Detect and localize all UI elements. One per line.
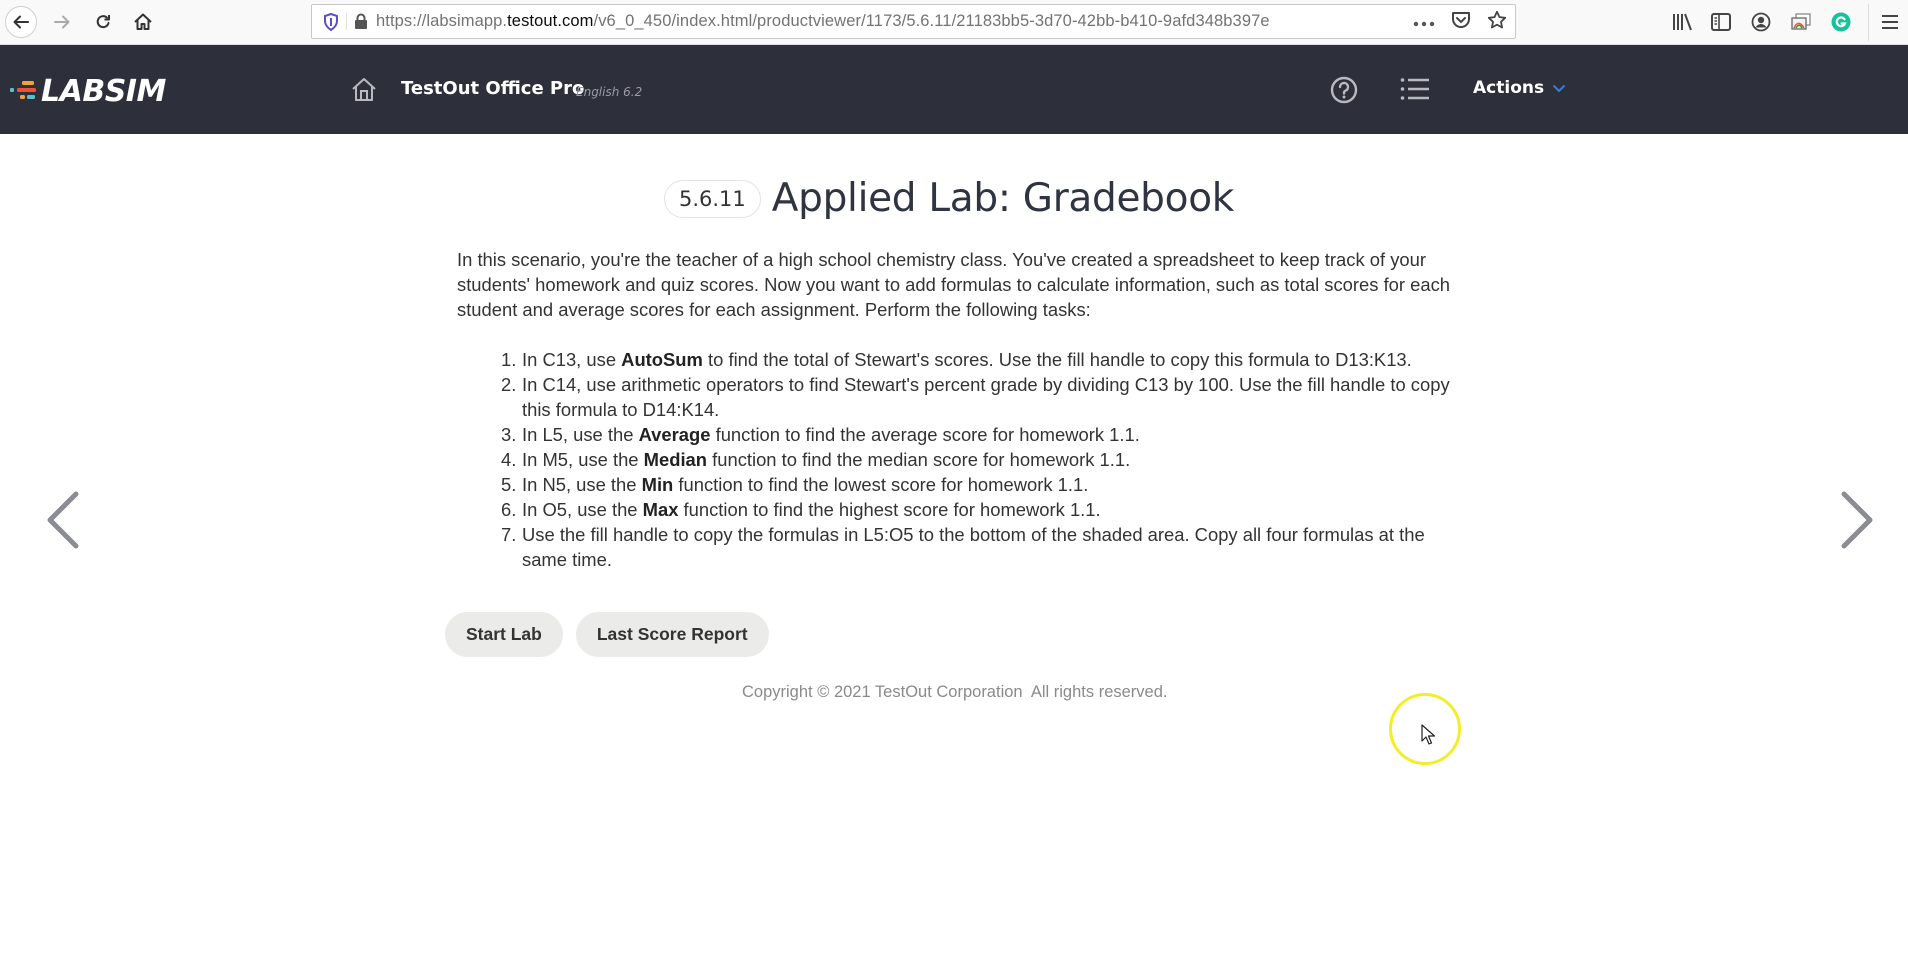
task-text: function to find the highest score for h… [678, 499, 1101, 520]
help-button[interactable] [1330, 76, 1358, 104]
page-actions-icon[interactable] [1413, 12, 1435, 31]
task-text: function to find the average score for h… [710, 424, 1140, 445]
screenshot-icon[interactable] [1787, 8, 1815, 36]
list-icon [1400, 78, 1429, 100]
help-icon [1330, 76, 1358, 104]
lock-icon[interactable] [346, 13, 368, 30]
task-number: 5. [501, 474, 517, 495]
logo-mark-icon [10, 81, 36, 99]
task-item: 6. In O5, use the Max function to find th… [501, 497, 1457, 522]
home-button[interactable] [350, 76, 378, 104]
product-title: TestOut Office Pro [401, 78, 585, 99]
copyright-text: Copyright © 2021 TestOut Corporation All… [742, 683, 1168, 701]
pocket-icon[interactable] [1451, 11, 1471, 33]
task-item: 1. In C13, use AutoSum to find the total … [501, 347, 1457, 372]
task-keyword: Min [641, 474, 674, 495]
mouse-cursor-icon [1421, 724, 1436, 745]
home-icon [352, 78, 376, 101]
intro-paragraph: In this scenario, you're the teacher of … [457, 249, 1451, 320]
table-of-contents-button[interactable] [1400, 77, 1430, 103]
url-domain: testout.com [507, 12, 594, 30]
page-title: Applied Lab: Gradebook [771, 176, 1235, 221]
bookmark-star-icon[interactable] [1487, 10, 1507, 34]
forward-icon [54, 15, 70, 29]
url-bar[interactable]: https://labsimapp.testout.com/v6_0_450/i… [311, 4, 1516, 39]
back-button[interactable] [5, 6, 37, 38]
next-section-button[interactable] [1830, 488, 1880, 552]
sidebar-icon[interactable] [1707, 8, 1735, 36]
account-icon[interactable] [1747, 8, 1775, 36]
start-lab-button[interactable]: Start Lab [445, 612, 563, 657]
task-number: 7. [501, 524, 517, 545]
task-text: function to find the lowest score for ho… [673, 474, 1089, 495]
lab-description: In this scenario, you're the teacher of … [457, 247, 1457, 572]
task-text: In O5, use the [522, 499, 643, 520]
tracking-shield-icon[interactable] [316, 12, 346, 31]
chevron-down-icon [1552, 84, 1566, 92]
task-number: 4. [501, 449, 517, 470]
app-header: LABSIM TestOut Office Pro English 6.2 Ac… [0, 45, 1908, 134]
section-number-badge: 5.6.11 [663, 179, 761, 218]
task-text: In N5, use the [522, 474, 642, 495]
logo-text: LABSIM [41, 73, 166, 109]
title-row: 5.6.11 Applied Lab: Gradebook [0, 176, 1908, 221]
task-text: In L5, use the [522, 424, 639, 445]
lab-buttons: Start Lab Last Score Report [445, 612, 769, 657]
labsim-logo[interactable]: LABSIM [10, 71, 166, 111]
forward-button[interactable] [46, 6, 78, 38]
task-item: 4. In M5, use the Median function to find… [501, 447, 1457, 472]
library-icon[interactable] [1668, 8, 1696, 36]
browser-home-button[interactable] [127, 6, 159, 38]
task-item: 2. In C14, use arithmetic operators to fi… [501, 372, 1457, 422]
task-keyword: Max [642, 499, 679, 520]
task-number: 6. [501, 499, 517, 520]
task-list: 1. In C13, use AutoSum to find the total … [457, 347, 1457, 572]
grammarly-icon[interactable] [1827, 8, 1855, 36]
task-number: 2. [501, 374, 517, 395]
reload-button[interactable] [87, 6, 119, 38]
chevron-right-icon [1841, 491, 1873, 549]
home-icon [134, 13, 152, 30]
last-score-report-button[interactable]: Last Score Report [575, 612, 769, 657]
previous-section-button[interactable] [40, 488, 90, 552]
chevron-left-icon [47, 491, 79, 549]
task-number: 1. [501, 349, 517, 370]
reload-icon [96, 15, 110, 29]
task-text: to find the total of Stewart's scores. U… [702, 349, 1412, 370]
browser-toolbar: https://labsimapp.testout.com/v6_0_450/i… [0, 0, 1908, 45]
back-icon [13, 15, 29, 29]
task-item: 3. In L5, use the Average function to fin… [501, 422, 1457, 447]
task-keyword: AutoSum [621, 349, 703, 370]
task-text: In C14, use arithmetic operators to find… [522, 374, 1450, 420]
actions-dropdown[interactable]: Actions [1473, 78, 1566, 98]
task-keyword: Average [638, 424, 711, 445]
task-item: 7. Use the fill handle to copy the formul… [501, 522, 1457, 572]
task-text: function to find the median score for ho… [707, 449, 1131, 470]
actions-label: Actions [1473, 78, 1545, 98]
task-item: 5. In N5, use the Min function to find th… [501, 472, 1457, 497]
task-text: Use the fill handle to copy the formulas… [522, 524, 1425, 570]
task-text: In C13, use [522, 349, 622, 370]
url-prefix: https://labsimapp. [376, 12, 508, 30]
url-path: /v6_0_450/index.html/productviewer/1173/… [593, 12, 1270, 30]
task-number: 3. [501, 424, 517, 445]
task-text: In M5, use the [522, 449, 644, 470]
url-text[interactable]: https://labsimapp.testout.com/v6_0_450/i… [376, 12, 1270, 31]
toolbar-divider [1868, 4, 1869, 41]
task-keyword: Median [643, 449, 708, 470]
product-version: English 6.2 [576, 85, 643, 99]
menu-icon[interactable] [1876, 8, 1904, 36]
